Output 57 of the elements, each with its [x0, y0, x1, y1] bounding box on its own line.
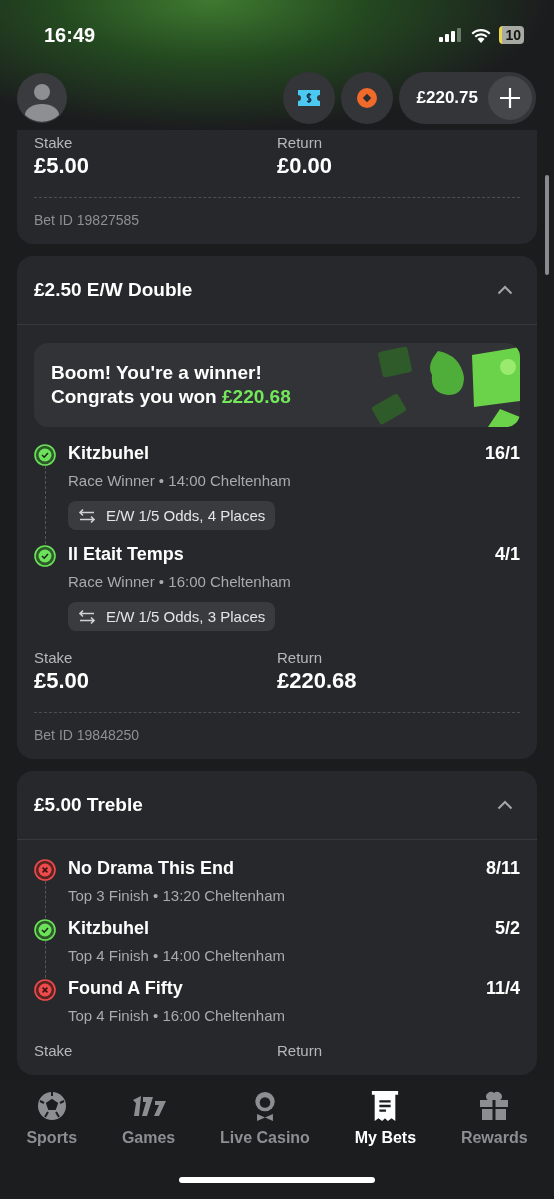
banner-message: Congrats you won — [51, 386, 217, 407]
selection-name: Kitzbuhel — [68, 443, 149, 464]
bet-title: £2.50 E/W Double — [34, 279, 193, 301]
swap-icon — [78, 507, 96, 524]
stake-amount: £5.00 — [34, 668, 91, 694]
battery-level: 10 — [499, 26, 524, 44]
bet-slip-icon — [371, 1091, 400, 1121]
odds: 16/1 — [484, 443, 520, 464]
balance-amount: £220.75 — [416, 88, 478, 108]
plus-icon — [499, 87, 521, 109]
return-amount: £0.00 — [277, 153, 334, 179]
nav-tab[interactable]: Rewards — [456, 1091, 532, 1155]
each-way-terms: E/W 1/5 Odds, 3 Places — [106, 608, 266, 625]
chevron-icon[interactable] — [497, 285, 513, 295]
return-label: Return — [277, 1042, 324, 1059]
nav-tab[interactable]: Sports — [22, 1091, 82, 1155]
return-label: Return — [277, 649, 324, 666]
selection-name: Found A Fifty — [68, 978, 183, 999]
return-amount: £220.68 — [277, 668, 358, 694]
bet-title: £5.00 Treble — [34, 794, 143, 816]
banner-headline: Boom! You're a winner! — [51, 361, 263, 385]
selection-name: Kitzbuhel — [68, 918, 149, 939]
coin-icon — [356, 88, 377, 108]
stake-label: Stake — [34, 649, 74, 666]
win-amount: £220.68 — [222, 386, 291, 407]
market-info: Race Winner • 14:00 Cheltenham — [68, 472, 292, 489]
deposit-button[interactable] — [488, 76, 532, 120]
each-way-terms: E/W 1/5 Odds, 4 Places — [106, 507, 266, 524]
nav-tab[interactable]: Games — [117, 1091, 180, 1155]
chevron-icon[interactable] — [497, 800, 513, 810]
return-label: Return — [277, 134, 324, 151]
selection-name: Il Etait Temps — [68, 544, 184, 565]
nav-tab[interactable]: My Bets — [350, 1091, 421, 1155]
bet-id: Bet ID 19827585 — [34, 212, 141, 228]
swap-icon — [78, 608, 96, 625]
market-info: Top 4 Finish • 16:00 Cheltenham — [68, 1007, 287, 1024]
odds: 11/4 — [485, 978, 520, 999]
ticket-icon — [297, 90, 320, 106]
odds: 5/2 — [494, 918, 520, 939]
stake-label: Stake — [34, 1042, 74, 1059]
market-info: Top 3 Finish • 13:20 Cheltenham — [68, 887, 287, 904]
nav-tab[interactable]: Live Casino — [216, 1091, 314, 1155]
stake-label: Stake — [34, 134, 74, 151]
market-info: Top 4 Finish • 14:00 Cheltenham — [68, 947, 287, 964]
status-time: 16:49 — [44, 23, 96, 47]
wifi-icon — [471, 27, 492, 43]
signal-icon — [439, 28, 464, 42]
dealer-icon — [252, 1091, 278, 1121]
soccer-ball-icon — [36, 1091, 67, 1121]
selection-name: No Drama This End — [68, 858, 235, 879]
avatar-icon[interactable] — [17, 73, 67, 123]
bet-id: Bet ID 19848250 — [34, 727, 141, 743]
market-info: Race Winner • 16:00 Cheltenham — [68, 573, 292, 590]
stake-amount: £5.00 — [34, 153, 91, 179]
gift-icon — [479, 1091, 510, 1121]
odds: 8/11 — [485, 858, 520, 879]
odds: 4/1 — [494, 544, 520, 565]
